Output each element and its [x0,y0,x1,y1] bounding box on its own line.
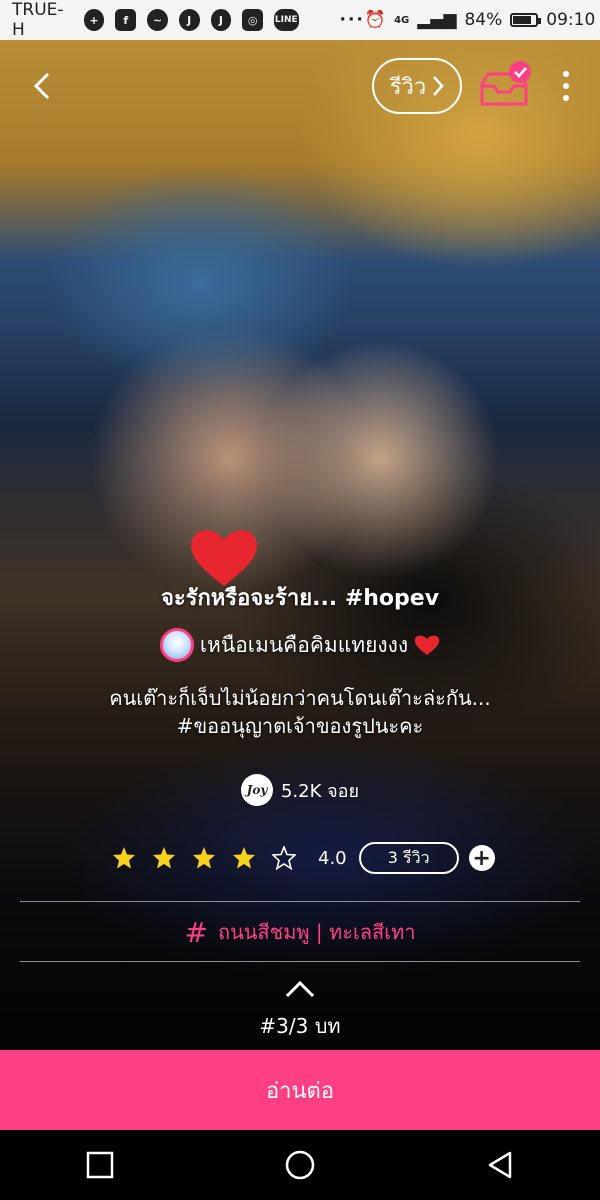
more-notifications-icon: ··· [339,10,365,30]
divider [20,961,580,962]
carrier-label: TRUE-H [12,0,64,40]
system-nav-bar [0,1130,600,1200]
back-button[interactable] [22,66,62,106]
square-icon [86,1151,114,1179]
status-bar: TRUE-H + f ~ J J ◎ LINE ··· ⏰ 4G ▂▄▆ 84%… [0,0,600,40]
chevron-up-icon[interactable] [283,978,317,1000]
author-link[interactable]: เหนือเมนคือคิมแทยงงง [0,628,600,662]
story-title: จะรักหรือจะร้าย... #hopev [160,586,440,611]
chapter-indicator: #3/3 บท [259,1014,341,1038]
add-contact-icon: + [83,9,105,31]
heart-sticker-icon [191,530,257,586]
chevron-right-icon [433,76,444,96]
add-review-button[interactable]: + [468,845,495,871]
joy-count: Joy 5.2K จอย [0,774,600,806]
messenger-icon: ~ [147,9,168,31]
line-icon: LINE [274,9,299,31]
star-filled-icon [233,847,255,869]
joy-icon: Joy [240,774,273,806]
review-button[interactable]: รีวิว [372,58,462,114]
more-options-button[interactable] [552,66,580,106]
clock: 09:10 [546,10,596,30]
library-added-button[interactable] [476,60,532,112]
alarm-icon: ⏰ [364,10,387,30]
circle-icon [285,1150,315,1180]
joy-count-label: 5.2K จอย [280,780,360,802]
star-filled-icon [193,847,215,869]
tags-label: ถนนสีชมพู | ทะเลสีเทา [217,920,416,944]
author-name: เหนือเมนคือคิมแทยงงง [199,632,409,657]
review-count-button[interactable]: 3 รีวิว [358,842,459,874]
star-filled-icon [113,847,135,869]
triangle-back-icon [488,1151,512,1179]
story-description: คนเต๊าะก็เจ็บไม่น้อยกว่าคนโดนเต๊าะล่ะกัน… [0,684,600,740]
joylada-icon: J [210,9,232,31]
hashtag-icon: # [184,915,208,949]
instagram-icon: ◎ [242,9,264,31]
back-nav-button[interactable] [470,1135,530,1195]
joylada-icon: J [178,9,200,31]
read-more-label: อ่านต่อ [265,1078,335,1104]
battery-percent: 84% [464,10,503,30]
more-dot [563,83,569,89]
tags-row[interactable]: # ถนนสีชมพู | ทะเลสีเทา [0,912,600,952]
facebook-icon: f [115,9,137,31]
inbox-check-icon [480,61,531,106]
description-line: คนเต๊าะก็เจ็บไม่น้อยกว่าคนโดนเต๊าะล่ะกัน… [109,686,491,710]
home-button[interactable] [270,1135,330,1195]
chevron-left-icon [33,72,50,100]
divider [20,901,580,902]
description-line: #ขออนุญาตเจ้าของรูปนะคะ [176,714,424,738]
star-empty-icon [272,846,296,870]
more-dot [563,95,569,101]
story-cover-photo [0,40,600,1050]
author-avatar [159,628,194,662]
battery-icon [510,13,542,27]
rating-value: 4.0 [318,847,347,869]
more-dot [563,71,569,77]
read-more-button[interactable]: อ่านต่อ [0,1050,600,1130]
network-label: 4G [394,14,410,26]
review-button-label: รีวิว [389,74,427,100]
recents-button[interactable] [70,1135,130,1195]
heart-icon [415,635,440,655]
signal-icon: ▂▄▆ [417,10,457,30]
star-filled-icon [153,847,175,869]
rating-row: 4.0 3 รีวิว + [112,842,495,874]
rating-stars [112,846,312,870]
